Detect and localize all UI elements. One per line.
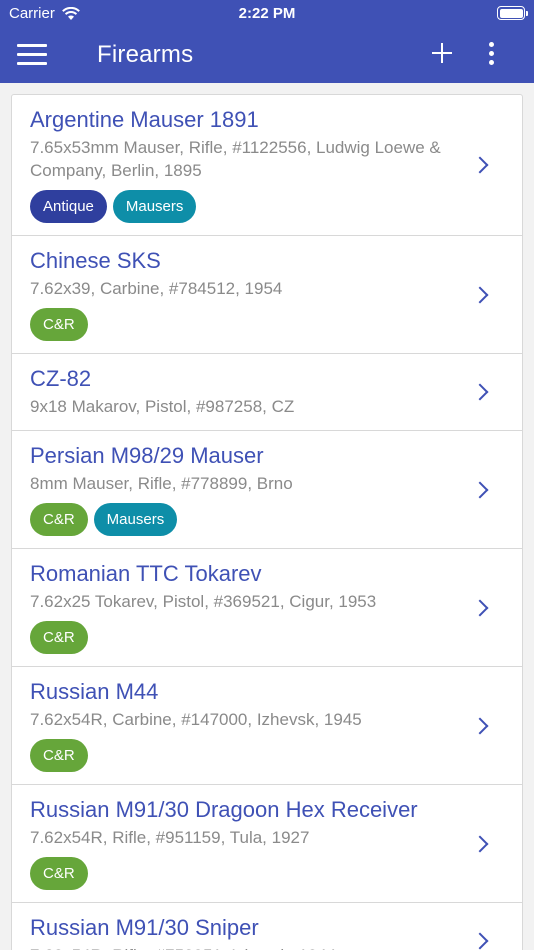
- firearms-list-area[interactable]: Argentine Mauser 1891 7.65x53mm Mauser, R…: [0, 83, 534, 950]
- firearm-details: 7.62x25 Tokarev, Pistol, #369521, Cigur,…: [30, 592, 377, 611]
- chevron-right-icon: [471, 932, 489, 950]
- chevron-right-icon: [471, 599, 489, 616]
- tag-group: C&R: [30, 621, 462, 654]
- firearm-name: Persian M98/29 Mauser: [30, 443, 264, 468]
- category-tag: C&R: [30, 308, 88, 341]
- chevron-right-icon: [471, 835, 489, 852]
- category-tag: Mausers: [93, 503, 178, 536]
- list-item[interactable]: CZ-82 9x18 Makarov, Pistol, #987258, CZ: [12, 354, 522, 431]
- firearm-name: Chinese SKS: [30, 248, 161, 273]
- firearm-details: 9x18 Makarov, Pistol, #987258, CZ: [30, 397, 295, 416]
- category-tag: Mausers: [112, 190, 197, 223]
- tag-group: C&R Mausers: [30, 503, 462, 536]
- firearm-name: Russian M91/30 Sniper: [30, 915, 259, 940]
- chevron-right-icon: [471, 383, 489, 401]
- category-tag: C&R: [30, 857, 88, 890]
- tag-group: Antique Mausers: [30, 190, 462, 223]
- category-tag: C&R: [30, 503, 88, 536]
- list-item[interactable]: Russian M91/30 Dragoon Hex Receiver 7.62x…: [12, 785, 522, 903]
- firearm-name: Romanian TTC Tokarev: [30, 561, 262, 586]
- chevron-right-icon: [471, 286, 489, 303]
- battery-icon: [497, 6, 528, 20]
- status-time: 2:22 PM: [238, 5, 296, 22]
- chevron-right-icon: [471, 156, 489, 174]
- chevron-right-icon: [471, 481, 489, 498]
- list-item[interactable]: Chinese SKS 7.62x39, Carbine, #784512, 19…: [12, 236, 522, 354]
- tag-group: C&R: [30, 308, 462, 341]
- tag-group: C&R: [30, 739, 462, 772]
- firearm-details: 8mm Mauser, Rifle, #778899, Brno: [30, 474, 293, 493]
- plus-icon[interactable]: [430, 41, 454, 65]
- firearm-details: 7.62x54R, Rifle, #752951, Izhevsk, 1944: [30, 944, 462, 950]
- list-item[interactable]: Persian M98/29 Mauser 8mm Mauser, Rifle, …: [12, 431, 522, 549]
- category-tag: C&R: [30, 739, 88, 772]
- firearm-name: Russian M44: [30, 679, 159, 704]
- list-item[interactable]: Russian M44 7.62x54R, Carbine, #147000, I…: [12, 667, 522, 785]
- firearm-details: 7.65x53mm Mauser, Rifle, #1122556, Ludwi…: [30, 138, 441, 180]
- tag-group: C&R: [30, 857, 462, 890]
- list-item[interactable]: Argentine Mauser 1891 7.65x53mm Mauser, R…: [12, 95, 522, 236]
- firearm-name: Russian M91/30 Dragoon Hex Receiver: [30, 797, 418, 822]
- app-bar: Firearms: [0, 28, 534, 83]
- category-tag: C&R: [30, 621, 88, 654]
- firearm-details: 7.62x39, Carbine, #784512, 1954: [30, 279, 283, 298]
- category-tag: Antique: [30, 190, 107, 223]
- list-item[interactable]: Romanian TTC Tokarev 7.62x25 Tokarev, Pis…: [12, 549, 522, 667]
- firearms-list: Argentine Mauser 1891 7.65x53mm Mauser, R…: [11, 94, 523, 950]
- vertical-ellipsis-icon[interactable]: [484, 41, 498, 69]
- firearm-name: Argentine Mauser 1891: [30, 107, 259, 132]
- firearm-name: CZ-82: [30, 366, 92, 391]
- hamburger-menu-icon[interactable]: [17, 43, 47, 65]
- firearm-details: 7.62x54R, Carbine, #147000, Izhevsk, 194…: [30, 710, 362, 729]
- firearm-details: 7.62x54R, Rifle, #951159, Tula, 1927: [30, 828, 310, 847]
- status-bar: Carrier 2:22 PM: [0, 0, 534, 28]
- page-title: Firearms: [97, 41, 194, 68]
- chevron-right-icon: [471, 717, 489, 734]
- list-item[interactable]: Russian M91/30 Sniper 7.62x54R, Rifle, #7…: [12, 903, 522, 950]
